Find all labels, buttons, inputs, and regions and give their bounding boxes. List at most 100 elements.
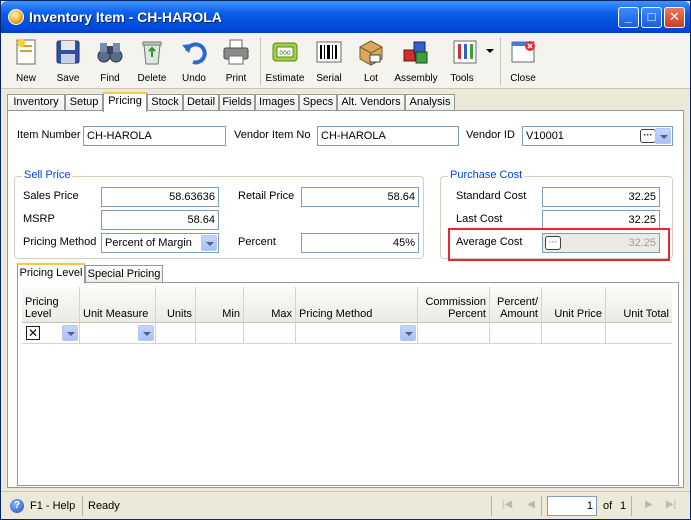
next-page-icon[interactable]: ▶ <box>643 498 655 512</box>
commission-percent-cell[interactable] <box>418 323 490 344</box>
percent-field[interactable]: 45% <box>301 233 419 253</box>
estimate-icon: 000 <box>272 42 298 62</box>
tools-icon <box>453 40 477 64</box>
min-cell[interactable] <box>196 323 244 344</box>
unit-price-cell[interactable] <box>542 323 606 344</box>
lot-button[interactable]: Lot <box>352 35 390 87</box>
save-button[interactable]: Save <box>49 35 87 87</box>
pricing-method-cell[interactable] <box>296 323 418 344</box>
previous-page-icon[interactable]: ◀ <box>525 498 537 512</box>
close-icon: ✕ <box>669 9 680 24</box>
col-unit-measure[interactable]: Unit Measure <box>80 287 156 323</box>
tab-alt-vendors[interactable]: Alt. Vendors <box>337 94 405 111</box>
app-icon <box>8 9 24 25</box>
units-cell[interactable] <box>156 323 196 344</box>
col-max[interactable]: Max <box>244 287 296 323</box>
col-unit-price[interactable]: Unit Price <box>542 287 606 323</box>
col-unit-total[interactable]: Unit Total <box>606 287 672 323</box>
tab-detail[interactable]: Detail <box>183 94 219 111</box>
vendor-lookup-button[interactable]: ··· <box>640 129 656 143</box>
msrp-field[interactable]: 58.64 <box>101 210 219 230</box>
tools-label: Tools <box>450 73 474 84</box>
close-doc-icon <box>511 41 535 63</box>
first-page-icon[interactable]: |◀ <box>501 498 513 512</box>
tab-analysis[interactable]: Analysis <box>405 94 455 111</box>
item-number-field[interactable]: CH-HAROLA <box>83 126 226 146</box>
save-label: Save <box>56 73 80 84</box>
tab-specs[interactable]: Specs <box>299 94 337 111</box>
pricing-method-label: Pricing Method <box>23 236 97 248</box>
new-label: New <box>15 73 36 84</box>
serial-button[interactable]: Serial <box>310 35 348 87</box>
minimize-button[interactable]: _ <box>618 7 639 28</box>
recycle-bin-icon <box>142 41 162 65</box>
tools-dropdown-icon[interactable] <box>486 49 494 53</box>
unit-measure-dropdown-button[interactable] <box>138 325 154 341</box>
last-page-icon[interactable]: ▶| <box>665 498 677 512</box>
col-min[interactable]: Min <box>196 287 244 323</box>
find-button[interactable]: Find <box>91 35 129 87</box>
tab-stock[interactable]: Stock <box>147 94 183 111</box>
unit-measure-cell[interactable] <box>80 323 156 344</box>
print-button[interactable]: Print <box>217 35 255 87</box>
col-percent-amount[interactable]: Percent/ Amount <box>490 287 542 323</box>
title-bar: Inventory Item - CH-HAROLA _ □ ✕ <box>1 1 690 33</box>
tab-special-pricing[interactable]: Special Pricing <box>85 265 163 283</box>
tab-pricing[interactable]: Pricing <box>103 92 147 112</box>
col-commission-percent[interactable]: Commission Percent <box>418 287 490 323</box>
page-number-input[interactable]: 1 <box>547 496 597 516</box>
assembly-button[interactable]: Assembly <box>394 35 438 87</box>
tab-fields[interactable]: Fields <box>219 94 255 111</box>
tab-images[interactable]: Images <box>255 94 299 111</box>
pricing-method-select[interactable]: Percent of Margin <box>101 233 219 253</box>
col-pricing-level[interactable]: Pricing Level <box>22 287 80 323</box>
close-window-button[interactable]: ✕ <box>664 7 685 28</box>
percent-amount-cell[interactable] <box>490 323 542 344</box>
print-label: Print <box>225 73 247 84</box>
maximize-button[interactable]: □ <box>641 7 662 28</box>
sales-price-field[interactable]: 58.63636 <box>101 187 219 207</box>
lot-label: Lot <box>364 73 378 84</box>
col-units[interactable]: Units <box>156 287 196 323</box>
maximize-icon: □ <box>647 9 656 24</box>
table-row[interactable]: ✕ <box>22 323 672 344</box>
row-pricing-method-dropdown-button[interactable] <box>400 325 416 341</box>
pricing-level-cell[interactable]: ✕ <box>22 323 80 344</box>
total-pages: 1 <box>620 500 627 512</box>
last-cost-field[interactable]: 32.25 <box>542 210 660 230</box>
delete-button[interactable]: Delete <box>133 35 171 87</box>
percent-label: Percent <box>238 236 276 248</box>
vendor-id-dropdown-button[interactable] <box>655 128 671 144</box>
estimate-button[interactable]: 000 Estimate <box>264 35 306 87</box>
status-separator <box>82 496 83 516</box>
pricing-method-dropdown-button[interactable] <box>201 235 217 251</box>
tab-setup[interactable]: Setup <box>65 94 103 111</box>
help-label[interactable]: F1 - Help <box>30 500 75 512</box>
status-separator <box>491 496 492 516</box>
sales-price-label: Sales Price <box>23 190 79 202</box>
vendor-id-field[interactable]: V10001 ··· <box>522 126 673 146</box>
msrp-label: MSRP <box>23 213 55 225</box>
help-icon[interactable]: ? <box>10 499 24 513</box>
retail-price-field[interactable]: 58.64 <box>301 187 419 207</box>
minimize-icon: _ <box>624 9 633 24</box>
barcode-icon <box>316 41 342 63</box>
serial-label: Serial <box>316 73 342 84</box>
delete-label: Delete <box>137 73 167 84</box>
close-button[interactable]: Close <box>504 35 542 87</box>
svg-text:000: 000 <box>279 50 291 57</box>
max-cell[interactable] <box>244 323 296 344</box>
delete-row-x-icon[interactable]: ✕ <box>26 326 40 340</box>
undo-button[interactable]: Undo <box>175 35 213 87</box>
pricing-level-dropdown-button[interactable] <box>62 325 78 341</box>
tab-inventory[interactable]: Inventory <box>7 94 65 111</box>
printer-icon <box>223 39 249 65</box>
status-separator <box>541 496 542 516</box>
standard-cost-field[interactable]: 32.25 <box>542 187 660 207</box>
unit-total-cell[interactable] <box>606 323 672 344</box>
vendor-item-no-field[interactable]: CH-HAROLA <box>317 126 459 146</box>
col-pricing-method[interactable]: Pricing Method <box>296 287 418 323</box>
new-button[interactable]: New <box>7 35 45 87</box>
tab-pricing-level[interactable]: Pricing Level <box>17 263 85 284</box>
tools-button[interactable]: Tools <box>444 35 494 87</box>
